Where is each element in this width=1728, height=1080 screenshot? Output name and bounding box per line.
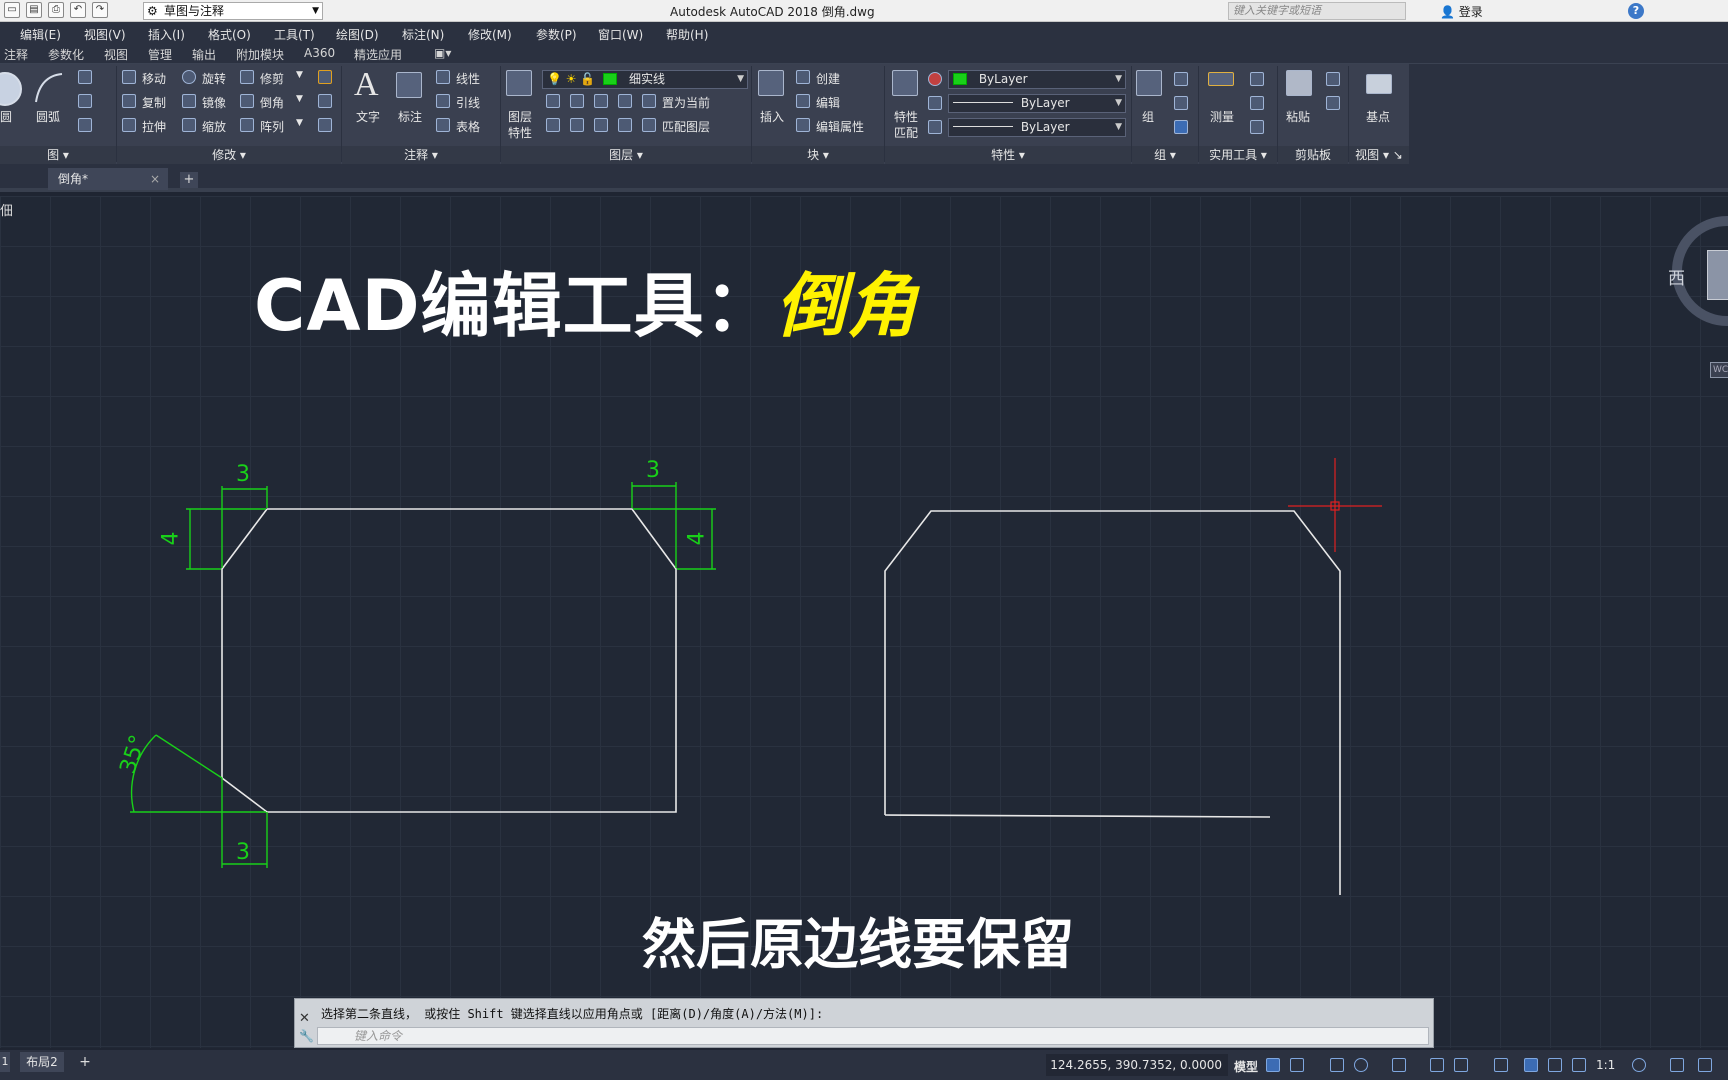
annotation-scale-icon[interactable] <box>1572 1058 1586 1072</box>
dim-top-left-horizontal: 3 <box>236 462 250 487</box>
annotation-visibility-icon[interactable] <box>1524 1058 1538 1072</box>
headline: CAD编辑工具：倒角 <box>254 250 918 351</box>
command-input[interactable]: 键入命令 <box>317 1027 1429 1045</box>
object-snap-tracking-icon[interactable] <box>1430 1058 1444 1072</box>
headline-main: CAD编辑工具： <box>254 265 776 347</box>
gear-icon[interactable] <box>1632 1058 1646 1072</box>
layout-tab-2[interactable]: 布局2 <box>20 1052 64 1072</box>
object-snap-icon[interactable] <box>1454 1058 1468 1072</box>
dim-top-right-vertical: 4 <box>684 531 710 546</box>
ortho-icon[interactable] <box>1330 1058 1344 1072</box>
crosshair-cursor <box>1288 458 1382 552</box>
lineweight-toggle-icon[interactable] <box>1494 1058 1508 1072</box>
viewcube-west-label[interactable]: 西 <box>1668 264 1685 289</box>
left-chamfered-rectangle <box>221 508 677 813</box>
dim-top-left-vertical: 4 <box>158 531 184 546</box>
snap-icon[interactable] <box>1290 1058 1304 1072</box>
command-history: 选择第二条直线， 或按住 Shift 键选择直线以应用角点或 [距离(D)/角度… <box>321 1007 824 1021</box>
wcs-menu[interactable]: WC <box>1710 362 1728 378</box>
plus-icon[interactable] <box>1670 1058 1684 1072</box>
wrench-icon[interactable]: 🔧 <box>299 1029 314 1043</box>
coordinate-readout: 124.2655, 390.7352, 0.0000 <box>1046 1054 1228 1076</box>
command-line: ✕ 🔧 选择第二条直线， 或按住 Shift 键选择直线以应用角点或 [距离(D… <box>294 998 1434 1048</box>
add-layout-button[interactable]: + <box>76 1052 94 1072</box>
layout-tab-1[interactable]: 1 <box>0 1052 10 1072</box>
viewcube-face[interactable] <box>1707 250 1728 300</box>
right-chamfered-shape <box>884 510 1341 895</box>
dim-bottom-horizontal: 3 <box>236 840 250 865</box>
dim-top-right-horizontal: 3 <box>646 458 660 483</box>
dimension-annotations <box>130 482 716 868</box>
annotation-scale[interactable]: 1:1 <box>1596 1058 1615 1072</box>
headline-highlight: 倒角 <box>775 265 918 347</box>
polar-icon[interactable] <box>1354 1058 1368 1072</box>
customize-icon[interactable] <box>1698 1058 1712 1072</box>
subtitle-caption: 然后原边线要保留 <box>642 913 1074 976</box>
close-icon[interactable]: ✕ <box>299 1011 310 1026</box>
grid-icon[interactable] <box>1266 1058 1280 1072</box>
isodraft-icon[interactable] <box>1392 1058 1406 1072</box>
auto-scale-icon[interactable] <box>1548 1058 1562 1072</box>
status-bar: 1 布局2 + 124.2655, 390.7352, 0.0000 模型 1:… <box>0 1050 1728 1080</box>
model-space-button[interactable]: 模型 <box>1234 1058 1258 1075</box>
